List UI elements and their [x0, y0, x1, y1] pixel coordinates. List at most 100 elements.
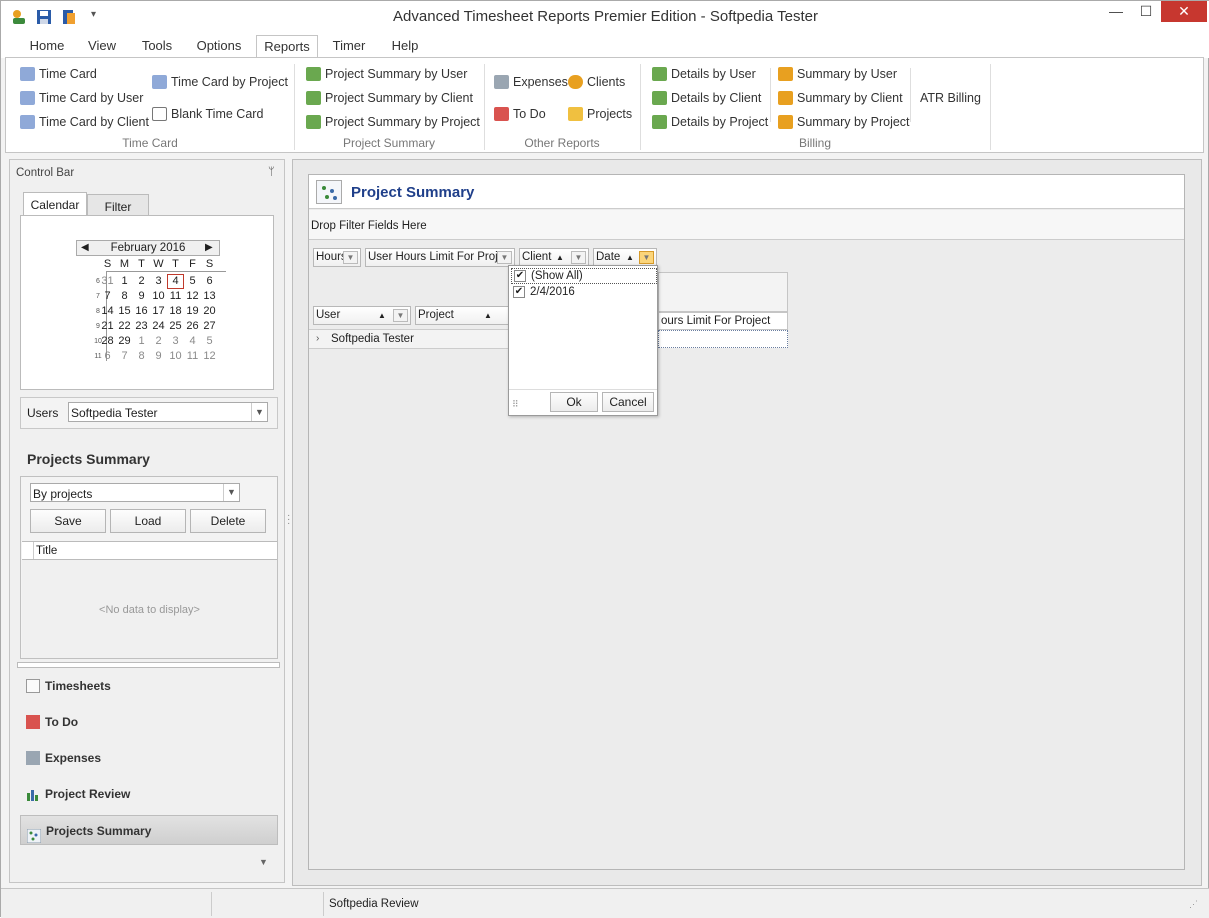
nav-overflow-chevron-icon[interactable]: ▼	[259, 857, 268, 867]
calendar-day[interactable]: 3	[150, 274, 167, 289]
expand-chevron-icon[interactable]: ›	[316, 333, 319, 344]
calendar-day[interactable]: 26	[184, 319, 201, 334]
checkbox-icon[interactable]: ✔	[513, 286, 525, 298]
tab-help[interactable]: Help	[383, 35, 427, 58]
calendar-day[interactable]: 22	[116, 319, 133, 334]
calendar-day[interactable]: 9	[133, 289, 150, 304]
field-project[interactable]: Project ▲	[415, 306, 513, 325]
filter-item-show-all[interactable]: ✔ (Show All)	[511, 268, 657, 284]
calendar-day[interactable]: 23	[133, 319, 150, 334]
calendar-day[interactable]: 14	[99, 304, 116, 319]
pin-icon[interactable]: ᛘ	[268, 166, 275, 178]
calendar-day[interactable]: 25	[167, 319, 184, 334]
calendar-day[interactable]: 15	[116, 304, 133, 319]
calendar-day[interactable]: 10	[167, 349, 184, 364]
summary-by-client-button[interactable]: Summary by Client	[778, 88, 903, 108]
calendar-day[interactable]: 6	[201, 274, 218, 289]
details-by-client-button[interactable]: Details by Client	[652, 88, 761, 108]
atr-billing-button[interactable]: ATR Billing	[901, 88, 981, 108]
calendar-day[interactable]: 12	[201, 349, 218, 364]
delete-button[interactable]: Delete	[190, 509, 266, 533]
close-button[interactable]: ✕	[1161, 1, 1207, 22]
calendar-day[interactable]: 11	[184, 349, 201, 364]
calendar-day[interactable]: 4	[167, 274, 184, 289]
calendar-day[interactable]: 29	[116, 334, 133, 349]
cancel-button[interactable]: Cancel	[602, 392, 654, 412]
calendar-day[interactable]: 27	[201, 319, 218, 334]
checkbox-icon[interactable]: ✔	[514, 270, 526, 282]
calendar-day[interactable]: 8	[133, 349, 150, 364]
expenses-button[interactable]: Expenses	[494, 72, 568, 92]
nav-todo[interactable]: To Do	[20, 712, 275, 732]
time-card-button[interactable]: Time Card	[20, 64, 97, 84]
summary-by-project-button[interactable]: Summary by Project	[778, 112, 910, 132]
sort-ascending-icon[interactable]: ▲	[484, 307, 492, 324]
project-summary-by-user-button[interactable]: Project Summary by User	[306, 64, 467, 84]
calendar-day[interactable]: 8	[116, 289, 133, 304]
load-button[interactable]: Load	[110, 509, 186, 533]
calendar-day[interactable]: 10	[150, 289, 167, 304]
field-user[interactable]: User ▲ ▼	[313, 306, 411, 325]
layout-combobox[interactable]: By projects ▼	[30, 483, 240, 502]
resize-grip-icon[interactable]: ⋰	[1189, 899, 1198, 910]
time-card-by-client-button[interactable]: Time Card by Client	[20, 112, 149, 132]
splitter[interactable]	[17, 662, 280, 668]
nav-timesheets[interactable]: Timesheets	[20, 676, 275, 696]
calendar-day[interactable]: 16	[133, 304, 150, 319]
tab-home[interactable]: Home	[21, 35, 73, 58]
users-combobox[interactable]: Softpedia Tester ▼	[68, 402, 268, 422]
tab-filter[interactable]: Filter	[87, 194, 149, 216]
calendar-day[interactable]: 5	[201, 334, 218, 349]
calendar-day[interactable]: 3	[167, 334, 184, 349]
calendar-day[interactable]: 12	[184, 289, 201, 304]
calendar-day[interactable]: 7	[116, 349, 133, 364]
maximize-button[interactable]: ☐	[1131, 1, 1161, 22]
project-summary-by-project-button[interactable]: Project Summary by Project	[306, 112, 480, 132]
filter-drop-area[interactable]: Drop Filter Fields Here	[309, 210, 1184, 240]
field-user-hours-limit[interactable]: User Hours Limit For Projec ▼	[365, 248, 515, 267]
title-column-header[interactable]: Title	[36, 545, 57, 557]
resize-grip-icon[interactable]: ⠿	[512, 399, 519, 410]
row-softpedia-tester[interactable]: › Softpedia Tester	[309, 329, 509, 349]
calendar-day[interactable]: 4	[184, 334, 201, 349]
time-card-by-project-button[interactable]: Time Card by Project	[152, 72, 288, 92]
chevron-down-icon[interactable]: ▼	[251, 403, 267, 421]
clients-button[interactable]: Clients	[568, 72, 625, 92]
nav-expenses[interactable]: Expenses	[20, 748, 275, 768]
calendar-day[interactable]: 13	[201, 289, 218, 304]
tab-view[interactable]: View	[81, 35, 123, 58]
details-by-user-button[interactable]: Details by User	[652, 64, 756, 84]
save-button[interactable]: Save	[30, 509, 106, 533]
nav-projects-summary[interactable]: Projects Summary	[20, 815, 278, 845]
calendar-day[interactable]: 11	[167, 289, 184, 304]
filter-dropdown-icon[interactable]: ▼	[497, 251, 512, 264]
summary-by-user-button[interactable]: Summary by User	[778, 64, 897, 84]
sort-ascending-icon[interactable]: ▲	[626, 249, 634, 266]
tab-options[interactable]: Options	[189, 35, 249, 58]
todo-button[interactable]: To Do	[494, 104, 546, 124]
filter-item-date[interactable]: ✔ 2/4/2016	[511, 285, 657, 301]
minimize-button[interactable]: —	[1101, 1, 1131, 22]
calendar-day[interactable]: 21	[99, 319, 116, 334]
chevron-down-icon[interactable]: ▼	[223, 484, 239, 501]
calendar-day[interactable]: 28	[99, 334, 116, 349]
sort-ascending-icon[interactable]: ▲	[378, 307, 386, 324]
calendar-day[interactable]: 1	[133, 334, 150, 349]
calendar-day[interactable]: 5	[184, 274, 201, 289]
calendar-day[interactable]: 6	[99, 349, 116, 364]
ok-button[interactable]: Ok	[550, 392, 598, 412]
field-hours[interactable]: Hours ▼	[313, 248, 361, 267]
panel-splitter-grip[interactable]: · · ·	[287, 511, 290, 529]
calendar-day[interactable]: 17	[150, 304, 167, 319]
project-summary-by-client-button[interactable]: Project Summary by Client	[306, 88, 473, 108]
calendar-day[interactable]: 2	[133, 274, 150, 289]
projects-button[interactable]: Projects	[568, 104, 632, 124]
details-by-project-button[interactable]: Details by Project	[652, 112, 768, 132]
calendar-day[interactable]: 20	[201, 304, 218, 319]
sort-ascending-icon[interactable]: ▲	[556, 249, 564, 266]
data-cell[interactable]	[658, 330, 788, 348]
filter-dropdown-icon[interactable]: ▼	[571, 251, 586, 264]
tab-calendar[interactable]: Calendar	[23, 192, 87, 216]
calendar-day[interactable]: 19	[184, 304, 201, 319]
blank-time-card-button[interactable]: Blank Time Card	[152, 104, 263, 124]
